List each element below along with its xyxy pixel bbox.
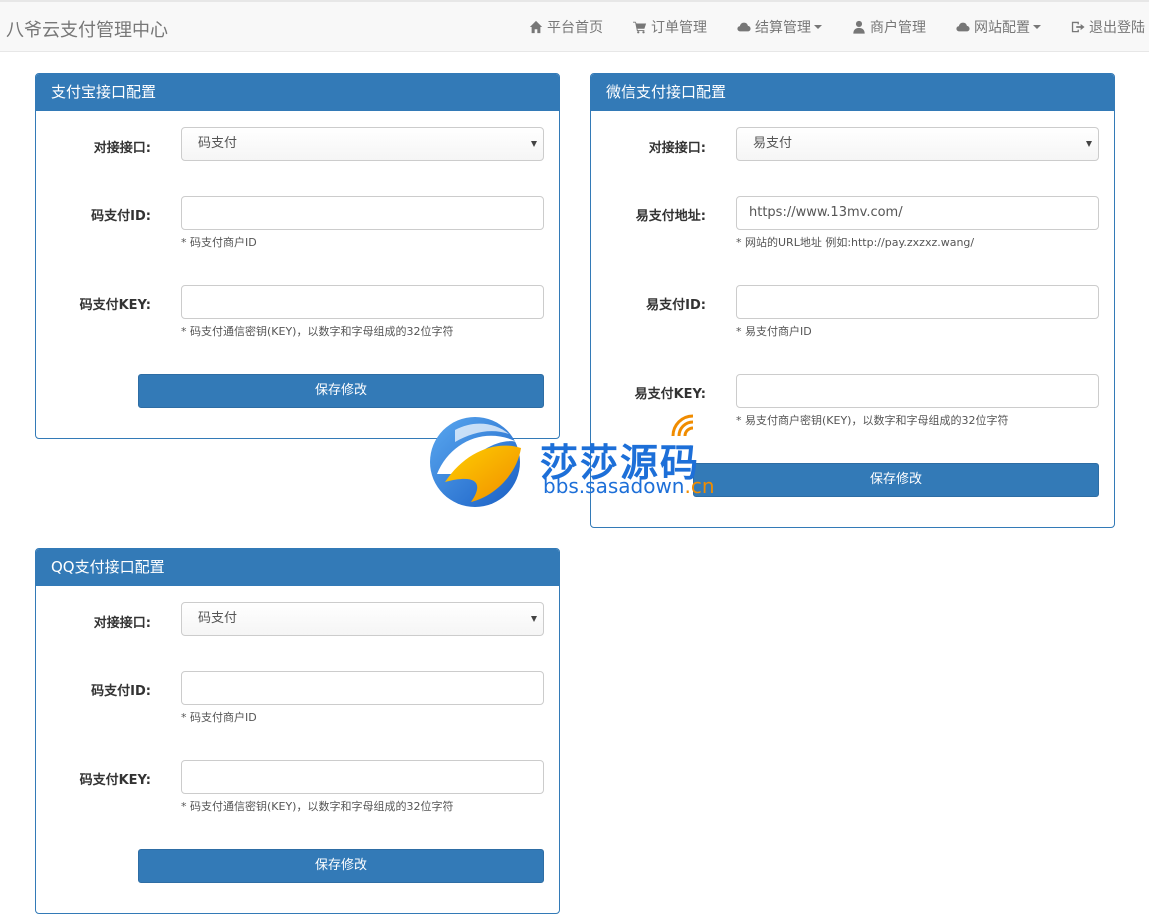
interface-selected-value: 码支付 [198,611,238,626]
id-label: 码支付ID: [91,209,151,224]
interface-selected-value: 易支付 [753,136,793,151]
cloud-icon [737,22,751,32]
merchant-id-input[interactable] [181,671,544,705]
cloud-icon [956,22,970,32]
merchant-id-input[interactable] [736,285,1099,319]
caret-down-icon [1033,25,1041,29]
nav-menu: 平台首页 订单管理 结算管理 商户管理 网站配置 退出登陆 [499,2,1145,52]
nav-item-orders[interactable]: 订单管理 [633,17,707,37]
key-hint: * 易支付商户密钥(KEY)，以数字和字母组成的32位字符 [736,414,1009,427]
dropdown-arrow-icon [531,141,537,147]
merchant-key-input[interactable] [181,760,544,794]
nav-label: 平台首页 [547,20,603,36]
id-hint: * 易支付商户ID [736,325,812,338]
key-hint: * 码支付通信密钥(KEY)，以数字和字母组成的32位字符 [181,325,454,338]
pay-url-input[interactable]: https://www.13mv.com/ [736,196,1099,230]
interface-select[interactable]: 易支付 [736,127,1099,161]
logout-icon [1071,21,1085,33]
navbar: 八爷云支付管理中心 平台首页 订单管理 结算管理 商户管理 网站配置 退出登陆 [0,0,1149,52]
save-button[interactable]: 保存修改 [693,463,1099,497]
home-icon [529,20,543,34]
interface-select[interactable]: 码支付 [181,127,544,161]
key-label: 易支付KEY: [634,387,706,402]
interface-label: 对接接口: [648,141,706,156]
interface-label: 对接接口: [93,616,151,631]
id-hint: * 码支付商户ID [181,711,257,724]
nav-label: 网站配置 [974,20,1030,36]
interface-selected-value: 码支付 [198,136,238,151]
alipay-config-panel: 支付宝接口配置 对接接口: 码支付 码支付ID: * 码支付商户ID 码支付KE… [35,73,560,439]
watermark-logo-icon [430,417,521,507]
key-hint: * 码支付通信密钥(KEY)，以数字和字母组成的32位字符 [181,800,454,813]
watermark-domain-suffix: .cn [684,474,715,498]
id-hint: * 码支付商户ID [181,236,257,249]
brand-title[interactable]: 八爷云支付管理中心 [6,16,168,42]
user-icon [853,20,865,34]
key-label: 码支付KEY: [79,773,151,788]
nav-label: 订单管理 [651,20,707,36]
id-label: 易支付ID: [646,298,706,313]
save-button[interactable]: 保存修改 [138,849,544,883]
merchant-id-input[interactable] [181,196,544,230]
nav-item-site-config[interactable]: 网站配置 [956,17,1041,37]
nav-item-merchants[interactable]: 商户管理 [852,17,926,37]
nav-label: 商户管理 [870,20,926,36]
dropdown-arrow-icon [531,616,537,622]
watermark-domain: bbs.sasadown.cn [543,474,715,498]
merchant-key-input[interactable] [181,285,544,319]
nav-item-settlement[interactable]: 结算管理 [737,17,822,37]
nav-item-logout[interactable]: 退出登陆 [1071,17,1145,37]
panel-title: 支付宝接口配置 [36,74,559,111]
interface-label: 对接接口: [93,141,151,156]
nav-label: 结算管理 [755,20,811,36]
save-button[interactable]: 保存修改 [138,374,544,408]
panel-title: QQ支付接口配置 [36,549,559,586]
merchant-key-input[interactable] [736,374,1099,408]
nav-label: 退出登陆 [1089,20,1145,36]
interface-select[interactable]: 码支付 [181,602,544,636]
cart-icon [633,21,647,34]
watermark: 莎莎源码 bbs.sasadown.cn [425,412,725,512]
dropdown-arrow-icon [1086,141,1092,147]
key-label: 码支付KEY: [79,298,151,313]
caret-down-icon [814,25,822,29]
panel-title: 微信支付接口配置 [591,74,1114,111]
url-label: 易支付地址: [635,209,706,224]
watermark-domain-main: bbs.sasadown [543,474,685,498]
nav-item-home[interactable]: 平台首页 [529,17,603,37]
url-hint: * 网站的URL地址 例如:http://pay.zxzxz.wang/ [736,236,975,249]
id-label: 码支付ID: [91,684,151,699]
qq-config-panel: QQ支付接口配置 对接接口: 码支付 码支付ID: * 码支付商户ID 码支付K… [35,548,560,914]
